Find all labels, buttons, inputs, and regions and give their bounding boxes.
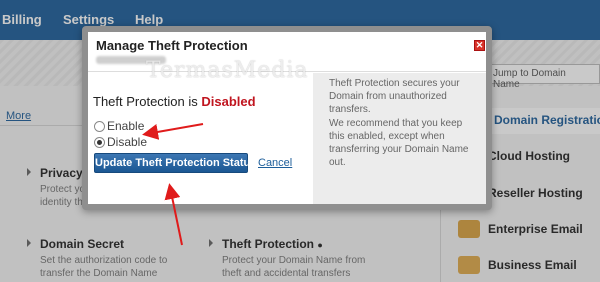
annotation-arrows — [142, 123, 204, 246]
arrow-to-disable — [142, 123, 204, 140]
arrow-to-update-button — [164, 183, 183, 246]
